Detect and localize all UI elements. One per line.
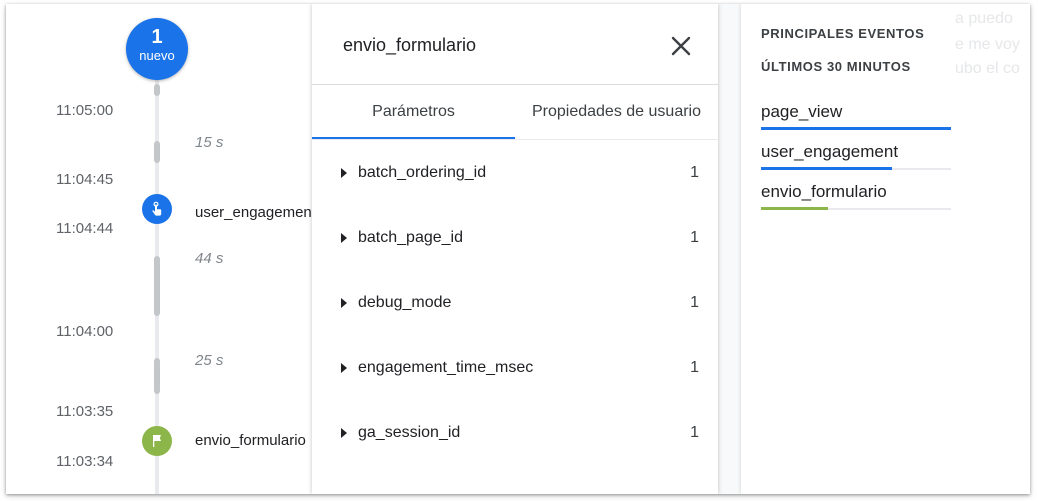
param-row[interactable]: ga_session_id 1 [312, 420, 718, 450]
param-value: 1 [690, 164, 699, 181]
top-event-item[interactable]: page_view [761, 102, 951, 130]
top-event-bar [761, 207, 828, 210]
tab-propiedades-usuario[interactable]: Propiedades de usuario [515, 85, 718, 140]
param-name: debug_mode [358, 294, 452, 311]
duration-label: 15 s [195, 134, 224, 151]
top-events-card: a puedo e me voy ubo el co PRINCIPALES E… [741, 4, 1030, 494]
top-events-subheading: ÚLTIMOS 30 MINUTOS [761, 59, 911, 74]
top-event-name: user_engagement [761, 142, 899, 161]
param-name: engagement_time_msec [358, 359, 534, 376]
timestamp: 11:04:44 [56, 220, 114, 237]
timeline-segment [154, 141, 160, 163]
param-value: 1 [690, 229, 699, 246]
param-value: 1 [690, 294, 699, 311]
param-value: 1 [690, 424, 699, 441]
timeline-segment [154, 256, 160, 316]
param-row[interactable]: debug_mode 1 [312, 290, 718, 320]
timeline-event-user-engagement[interactable]: user_engagement [195, 204, 313, 221]
duration-label: 44 s [195, 250, 224, 267]
close-button[interactable] [667, 32, 695, 60]
top-event-bar [761, 127, 951, 130]
caret-right-icon [341, 428, 347, 438]
caret-right-icon [341, 298, 347, 308]
event-details-panel: envio_formulario Parámetros Propiedades … [312, 4, 718, 494]
panel-title: envio_formulario [343, 35, 477, 55]
background-text: a puedo [955, 10, 1013, 27]
new-events-badge[interactable]: 1 nuevo [126, 18, 188, 80]
param-name: batch_ordering_id [358, 164, 487, 181]
top-event-bar [761, 167, 892, 170]
top-event-item[interactable]: user_engagement [761, 142, 951, 170]
top-event-name: page_view [761, 102, 843, 121]
background-text: ubo el co [955, 60, 1020, 77]
touch-icon[interactable] [142, 194, 172, 224]
top-events-heading: PRINCIPALES EVENTOS [761, 26, 925, 41]
timestamp: 11:04:45 [56, 171, 114, 188]
timeline-segment [154, 358, 160, 394]
timestamp: 11:03:34 [56, 453, 114, 470]
param-name: ga_session_id [358, 424, 461, 441]
top-event-item[interactable]: envio_formulario [761, 182, 951, 210]
timeline-segment [154, 84, 160, 96]
param-row[interactable]: batch_ordering_id 1 [312, 160, 718, 190]
new-events-label: nuevo [139, 48, 175, 63]
divider [312, 139, 718, 140]
timestamp: 11:03:35 [56, 403, 114, 420]
top-event-name: envio_formulario [761, 182, 887, 201]
param-value: 1 [690, 359, 699, 376]
timestamp: 11:05:00 [56, 102, 114, 119]
param-name: batch_page_id [358, 229, 463, 246]
param-row[interactable]: batch_page_id 1 [312, 225, 718, 255]
caret-right-icon [341, 168, 347, 178]
debugview-window: 1 nuevo 11:05:00 11:04:45 11:04:44 11:04… [6, 4, 1030, 494]
new-events-count: 1 [151, 26, 163, 48]
timeline-event-envio-formulario[interactable]: envio_formulario [195, 432, 313, 449]
duration-label: 25 s [195, 352, 224, 369]
flag-icon[interactable] [142, 426, 172, 456]
tab-parametros[interactable]: Parámetros [312, 85, 515, 140]
close-icon [671, 36, 691, 56]
event-timeline: 1 nuevo 11:05:00 11:04:45 11:04:44 11:04… [6, 4, 326, 494]
background-text: e me voy [955, 36, 1020, 53]
timestamp: 11:04:00 [56, 323, 114, 340]
caret-right-icon [341, 233, 347, 243]
caret-right-icon [341, 363, 347, 373]
param-row[interactable]: engagement_time_msec 1 [312, 355, 718, 385]
